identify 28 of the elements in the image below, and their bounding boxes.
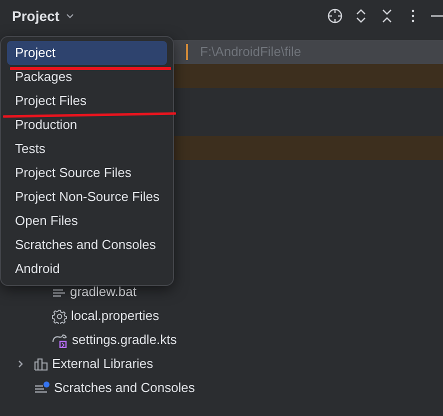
menu-item[interactable]: Packages — [7, 65, 167, 89]
caret-bar — [186, 44, 188, 60]
menu-item[interactable]: Project Source Files — [7, 161, 167, 185]
menu-item[interactable]: Project Non-Source Files — [7, 185, 167, 209]
tree-item[interactable]: External Libraries — [52, 354, 154, 374]
gear-icon — [52, 308, 67, 324]
chevron-down-icon[interactable] — [65, 11, 76, 21]
menu-item[interactable]: Scratches and Consoles — [7, 233, 167, 257]
menu-item[interactable]: Android — [7, 257, 167, 281]
locate-icon[interactable] — [327, 8, 343, 24]
scratches-icon — [34, 381, 50, 395]
tree-row[interactable]: gradlew.bat — [0, 280, 443, 304]
tree-row[interactable]: Scratches and Consoles — [0, 376, 443, 400]
gradle-file-icon — [52, 332, 68, 348]
tree-item[interactable]: local.properties — [71, 306, 160, 326]
library-icon — [34, 357, 48, 371]
tree-item[interactable]: settings.gradle.kts — [72, 330, 177, 350]
tree-item[interactable]: Scratches and Consoles — [54, 378, 195, 398]
tree-item[interactable]: gradlew.bat — [70, 282, 136, 302]
menu-item[interactable]: Project Files — [7, 89, 167, 113]
menu-item[interactable]: Project — [7, 41, 167, 65]
tree-row[interactable]: External Libraries — [0, 352, 443, 376]
tree-row[interactable]: settings.gradle.kts — [0, 328, 443, 352]
menu-item[interactable]: Tests — [7, 137, 167, 161]
panel-title[interactable]: Project — [12, 6, 60, 26]
menu-item[interactable]: Open Files — [7, 209, 167, 233]
tree-row[interactable]: local.properties — [0, 304, 443, 328]
menu-item[interactable]: Production — [7, 113, 167, 137]
